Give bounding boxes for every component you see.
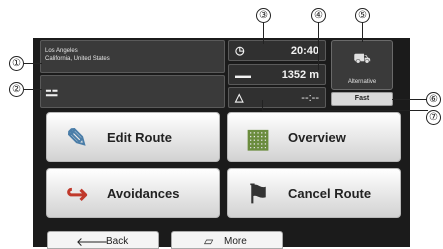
overview-button[interactable]: ▦ Overview (227, 112, 401, 162)
alternative-routes-button[interactable]: ⛟ Alternative (331, 40, 393, 90)
location-city: Los Angeles (45, 48, 78, 54)
callout-line-5 (362, 22, 363, 42)
car-icon: ⛟ (353, 50, 371, 66)
callout-6: ⑥ (426, 92, 441, 107)
distance-field: ▬▬ 1352 m (228, 64, 326, 85)
callout-3: ③ (256, 8, 271, 23)
more-button[interactable]: ▱ More (171, 231, 283, 249)
arrival-time-value: 20:40 (290, 45, 319, 57)
edit-route-label: Edit Route (107, 130, 172, 145)
avoidances-label: Avoidances (107, 186, 180, 201)
edit-route-button[interactable]: ✎ Edit Route (46, 112, 220, 162)
cancel-route-label: Cancel Route (288, 186, 372, 201)
callout-line-1 (24, 63, 42, 64)
back-button[interactable]: 🡐 Back (47, 231, 159, 249)
distance-value: 1352 m (281, 69, 319, 81)
callout-line-7b (262, 100, 263, 110)
more-icon: ▱ (204, 234, 214, 248)
callout-7: ⑦ (426, 110, 441, 125)
location-region: California, United States (45, 56, 110, 62)
more-label: More (224, 236, 247, 247)
current-road-panel: ⚍ (40, 75, 225, 108)
callout-5: ⑤ (355, 8, 370, 23)
avoidances-button[interactable]: ↪ Avoidances (46, 168, 220, 218)
route-method-button[interactable]: Fast (331, 92, 393, 106)
callout-line-4 (318, 22, 319, 70)
overview-label: Overview (288, 130, 346, 145)
traffic-delay-value: --:-- (301, 92, 319, 104)
current-location-panel: Los Angeles California, United States (40, 40, 225, 73)
edit-route-icon: ✎ (66, 123, 88, 153)
callout-line-7 (262, 110, 428, 111)
callout-2: ② (9, 82, 24, 97)
callout-line-3 (263, 22, 264, 44)
road-number-icon: ⚍ (45, 83, 59, 100)
callout-line-2 (24, 89, 42, 90)
traffic-warning-icon: △ (235, 92, 244, 104)
checkered-flag-icon: ⚑ (246, 179, 270, 209)
clock-icon: ◷ (235, 45, 245, 57)
callout-line-6 (392, 99, 428, 100)
cancel-route-button[interactable]: ⚑ Cancel Route (227, 168, 401, 218)
callout-4: ④ (311, 8, 326, 23)
back-label: Back (106, 236, 129, 247)
distance-icon: ▬▬ (235, 71, 251, 80)
detour-icon: ↪ (66, 179, 88, 209)
traffic-delay-field: △ --:-- (228, 87, 326, 108)
alternative-label: Alternative (347, 79, 377, 85)
arrival-time-field: ◷ 20:40 (228, 40, 326, 61)
map-icon: ▦ (245, 123, 271, 153)
callout-1: ① (9, 56, 24, 71)
